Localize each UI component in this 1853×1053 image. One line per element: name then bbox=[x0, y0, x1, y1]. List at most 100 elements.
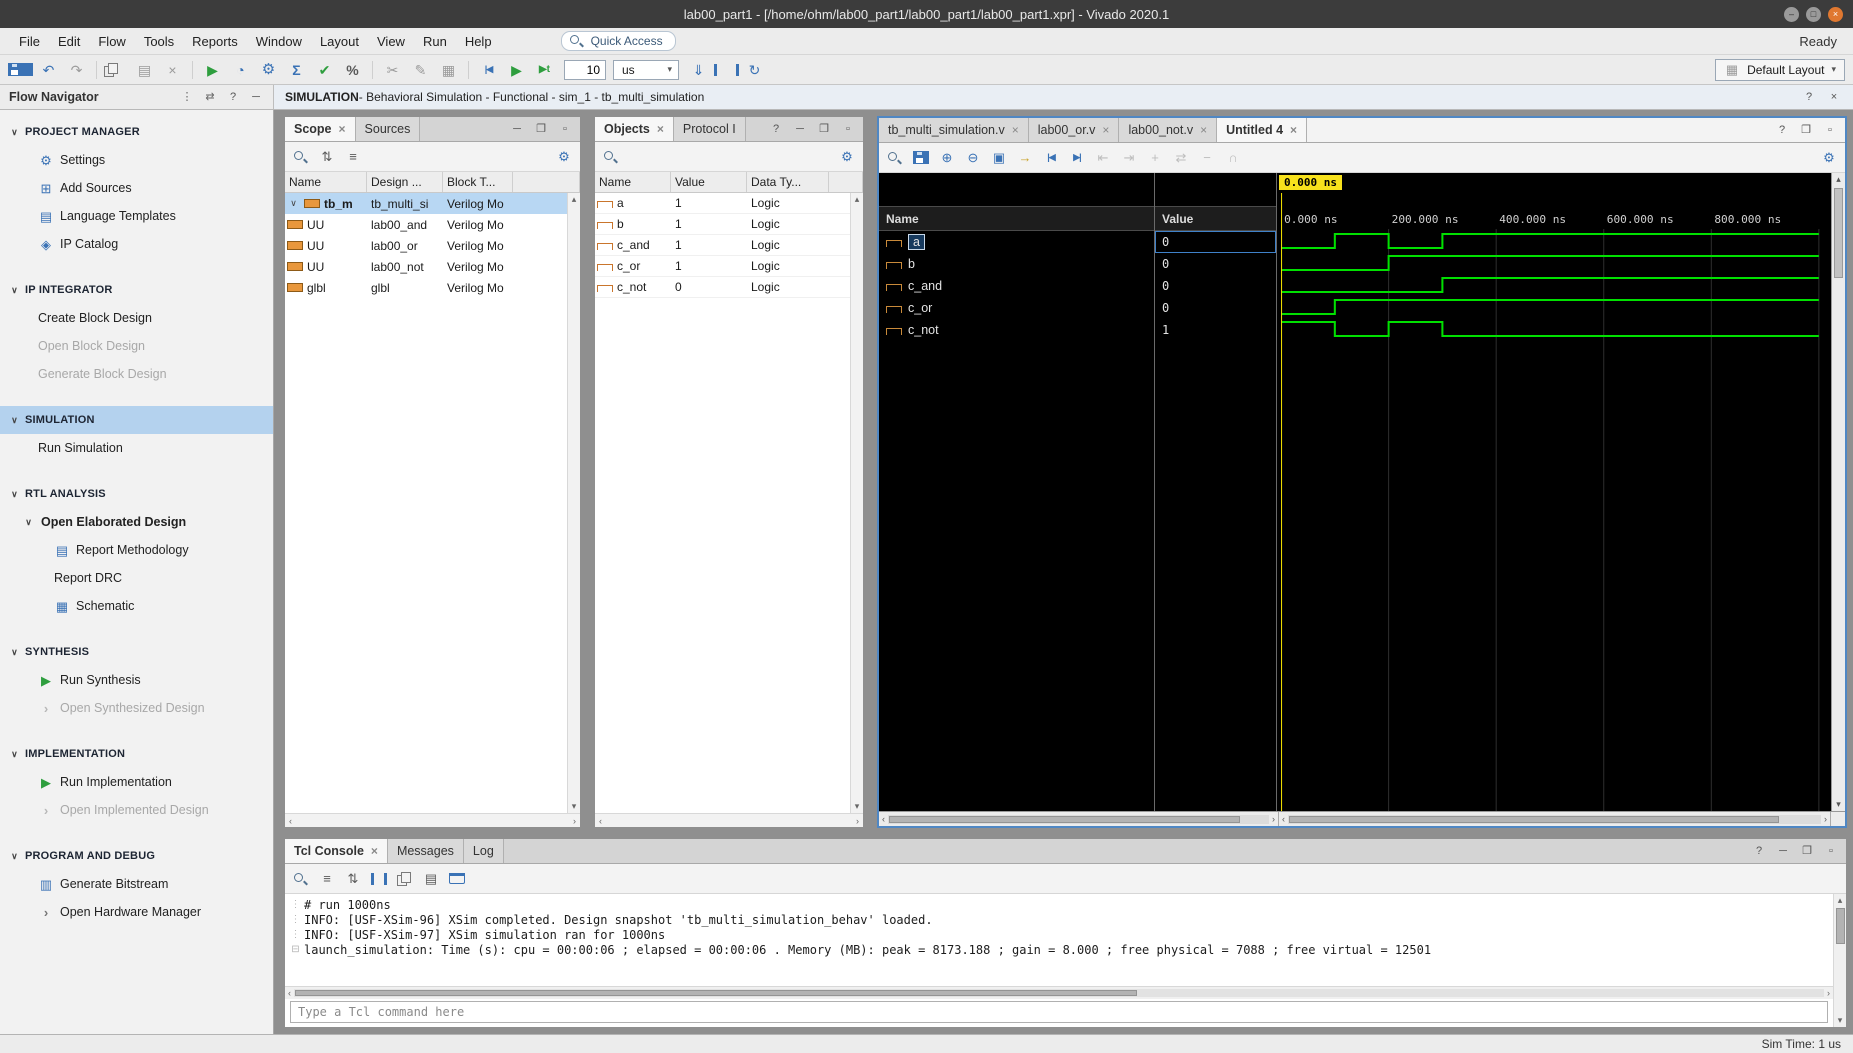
menu-help[interactable]: Help bbox=[456, 30, 501, 53]
copy-icon[interactable] bbox=[397, 872, 413, 886]
menu-window[interactable]: Window bbox=[247, 30, 311, 53]
scroll-down-icon[interactable]: ▾ bbox=[855, 801, 860, 812]
sidebar-item-report-methodology[interactable]: ▤Report Methodology bbox=[0, 536, 273, 564]
sidebar-item-ip-catalog[interactable]: ◈IP Catalog bbox=[0, 230, 273, 258]
wave-signal-name-c-or[interactable]: c_or bbox=[879, 297, 1154, 319]
collapse-toggle-icon[interactable]: ⊟ bbox=[287, 944, 304, 955]
sidebar-item-open-hardware-manager[interactable]: ›Open Hardware Manager bbox=[0, 898, 273, 926]
layout-tiles-icon[interactable]: ▦ bbox=[436, 59, 461, 81]
scroll-track[interactable] bbox=[1832, 186, 1845, 798]
tab-untitled-4[interactable]: Untitled 4× bbox=[1217, 118, 1307, 142]
scope-row-tb-multi-si[interactable]: ∨tb_mtb_multi_siVerilog Mo bbox=[285, 193, 567, 214]
cut-icon[interactable]: ✂ bbox=[380, 59, 405, 81]
copy-icon[interactable] bbox=[104, 63, 129, 77]
add-marker-icon[interactable]: + bbox=[1147, 150, 1163, 166]
minimize-icon[interactable]: ─ bbox=[248, 89, 264, 105]
gear-icon[interactable]: ⚙ bbox=[1821, 150, 1837, 166]
help-icon[interactable]: ? bbox=[768, 121, 784, 137]
tab-tb-multi-simulation-v[interactable]: tb_multi_simulation.v× bbox=[879, 118, 1029, 142]
paste-icon[interactable]: ▤ bbox=[132, 59, 157, 81]
tab-messages[interactable]: Messages bbox=[388, 839, 464, 863]
scroll-right-icon[interactable]: › bbox=[573, 816, 576, 826]
run-all-icon[interactable]: ▶ bbox=[504, 59, 529, 81]
sidebar-item-create-block-design[interactable]: Create Block Design bbox=[0, 304, 273, 332]
close-icon[interactable]: × bbox=[1102, 123, 1109, 137]
swap-icon[interactable]: ⇄ bbox=[1173, 150, 1189, 166]
search-icon[interactable] bbox=[293, 872, 309, 886]
scroll-left-icon[interactable]: ‹ bbox=[289, 816, 292, 826]
window-maximize-button[interactable]: □ bbox=[1806, 7, 1821, 22]
run-icon[interactable]: ▶ bbox=[200, 59, 225, 81]
scroll-down-icon[interactable]: ▾ bbox=[1838, 1015, 1843, 1026]
tcl-console-output[interactable]: ⋮# run 1000ns⋮INFO: [USF-XSim-96] XSim c… bbox=[285, 894, 1833, 986]
scroll-up-icon[interactable]: ▴ bbox=[855, 194, 860, 205]
percent-icon[interactable]: % bbox=[340, 59, 365, 81]
zoom-out-icon[interactable]: ⊖ bbox=[965, 150, 981, 166]
cut-wave-icon[interactable]: − bbox=[1199, 150, 1215, 166]
menu-reports[interactable]: Reports bbox=[183, 30, 247, 53]
object-row-a[interactable]: a1Logic bbox=[595, 193, 850, 214]
sidebar-item-language-templates[interactable]: ▤Language Templates bbox=[0, 202, 273, 230]
gear-icon[interactable]: ⚙ bbox=[839, 149, 855, 165]
column-header-value[interactable]: Value bbox=[671, 172, 747, 192]
scroll-right-icon[interactable]: › bbox=[1824, 814, 1827, 824]
scroll-track[interactable] bbox=[888, 815, 1269, 824]
collapse-icon[interactable]: ≡ bbox=[319, 871, 335, 887]
waveform-canvas[interactable]: 0.000 ns200.000 ns400.000 ns600.000 ns80… bbox=[1277, 173, 1831, 811]
sum-icon[interactable]: Σ bbox=[284, 59, 309, 81]
sidebar-item-report-drc[interactable]: Report DRC bbox=[0, 564, 273, 592]
menu-view[interactable]: View bbox=[368, 30, 414, 53]
step-icon[interactable]: ⇓ bbox=[686, 59, 711, 81]
close-icon[interactable]: × bbox=[371, 844, 378, 858]
column-header-name[interactable]: Name bbox=[595, 172, 671, 192]
tab-log[interactable]: Log bbox=[464, 839, 504, 863]
close-icon[interactable]: × bbox=[1826, 89, 1842, 105]
restart-icon[interactable]: |◀ bbox=[476, 59, 501, 81]
scroll-thumb[interactable] bbox=[1834, 188, 1843, 278]
wave-signal-value-c-not[interactable]: 1 bbox=[1155, 319, 1276, 341]
horizontal-scrollbar[interactable]: ‹› bbox=[595, 813, 863, 827]
prev-edge-icon[interactable]: ⇤ bbox=[1095, 150, 1111, 166]
restart-icon[interactable]: |◀ bbox=[1043, 150, 1059, 166]
scroll-left-icon[interactable]: ‹ bbox=[599, 816, 602, 826]
run-next-icon[interactable]: ▶| bbox=[1069, 150, 1085, 166]
delete-icon[interactable]: × bbox=[160, 59, 185, 81]
expand-all-icon[interactable]: ⇅ bbox=[319, 149, 335, 165]
sidebar-item-settings[interactable]: ⚙Settings bbox=[0, 146, 273, 174]
wave-signal-name-a[interactable]: a bbox=[879, 231, 1154, 253]
check-icon[interactable]: ✔ bbox=[312, 59, 337, 81]
sidebar-item-schematic[interactable]: ▦Schematic bbox=[0, 592, 273, 620]
sidebar-item-run-synthesis[interactable]: ▶Run Synthesis bbox=[0, 666, 273, 694]
maximize-icon[interactable]: ▫ bbox=[1822, 122, 1838, 138]
scroll-thumb[interactable] bbox=[889, 816, 1240, 823]
expand-icon[interactable]: ⇅ bbox=[345, 871, 361, 887]
scroll-down-icon[interactable]: ▾ bbox=[1832, 798, 1845, 811]
gear-icon[interactable]: ⚙ bbox=[556, 149, 572, 165]
resize-icon[interactable]: ⇄ bbox=[202, 89, 218, 105]
maximize-icon[interactable]: ▫ bbox=[840, 121, 856, 137]
wave-signal-value-c-and[interactable]: 0 bbox=[1155, 275, 1276, 297]
search-icon[interactable] bbox=[293, 150, 309, 164]
object-row-b[interactable]: b1Logic bbox=[595, 214, 850, 235]
zoom-in-icon[interactable]: ⊕ bbox=[939, 150, 955, 166]
pause-icon[interactable] bbox=[371, 873, 387, 885]
window-close-button[interactable]: × bbox=[1828, 7, 1843, 22]
sidebar-section-header-project-manager[interactable]: ∨PROJECT MANAGER bbox=[0, 118, 273, 146]
close-icon[interactable]: × bbox=[1200, 123, 1207, 137]
close-icon[interactable]: × bbox=[1290, 123, 1297, 137]
window-minimize-button[interactable]: – bbox=[1784, 7, 1799, 22]
close-icon[interactable]: × bbox=[657, 122, 664, 136]
sidebar-section-header-simulation[interactable]: ∨SIMULATION bbox=[0, 406, 273, 434]
sim-runtime-input[interactable] bbox=[564, 60, 606, 80]
wave-signal-name-c-and[interactable]: c_and bbox=[879, 275, 1154, 297]
tab-protocol-i[interactable]: Protocol I bbox=[674, 117, 746, 141]
tab-sources[interactable]: Sources bbox=[356, 117, 421, 141]
menu-flow[interactable]: Flow bbox=[89, 30, 134, 53]
float-icon[interactable]: ❐ bbox=[1798, 122, 1814, 138]
float-icon[interactable]: ❐ bbox=[533, 121, 549, 137]
scroll-track[interactable] bbox=[294, 989, 1824, 997]
column-header-name[interactable]: Name bbox=[285, 172, 367, 192]
minimize-icon[interactable]: ─ bbox=[1775, 843, 1791, 859]
wave-signal-value-a[interactable]: 0 bbox=[1155, 231, 1276, 253]
help-icon[interactable]: ? bbox=[225, 89, 241, 105]
